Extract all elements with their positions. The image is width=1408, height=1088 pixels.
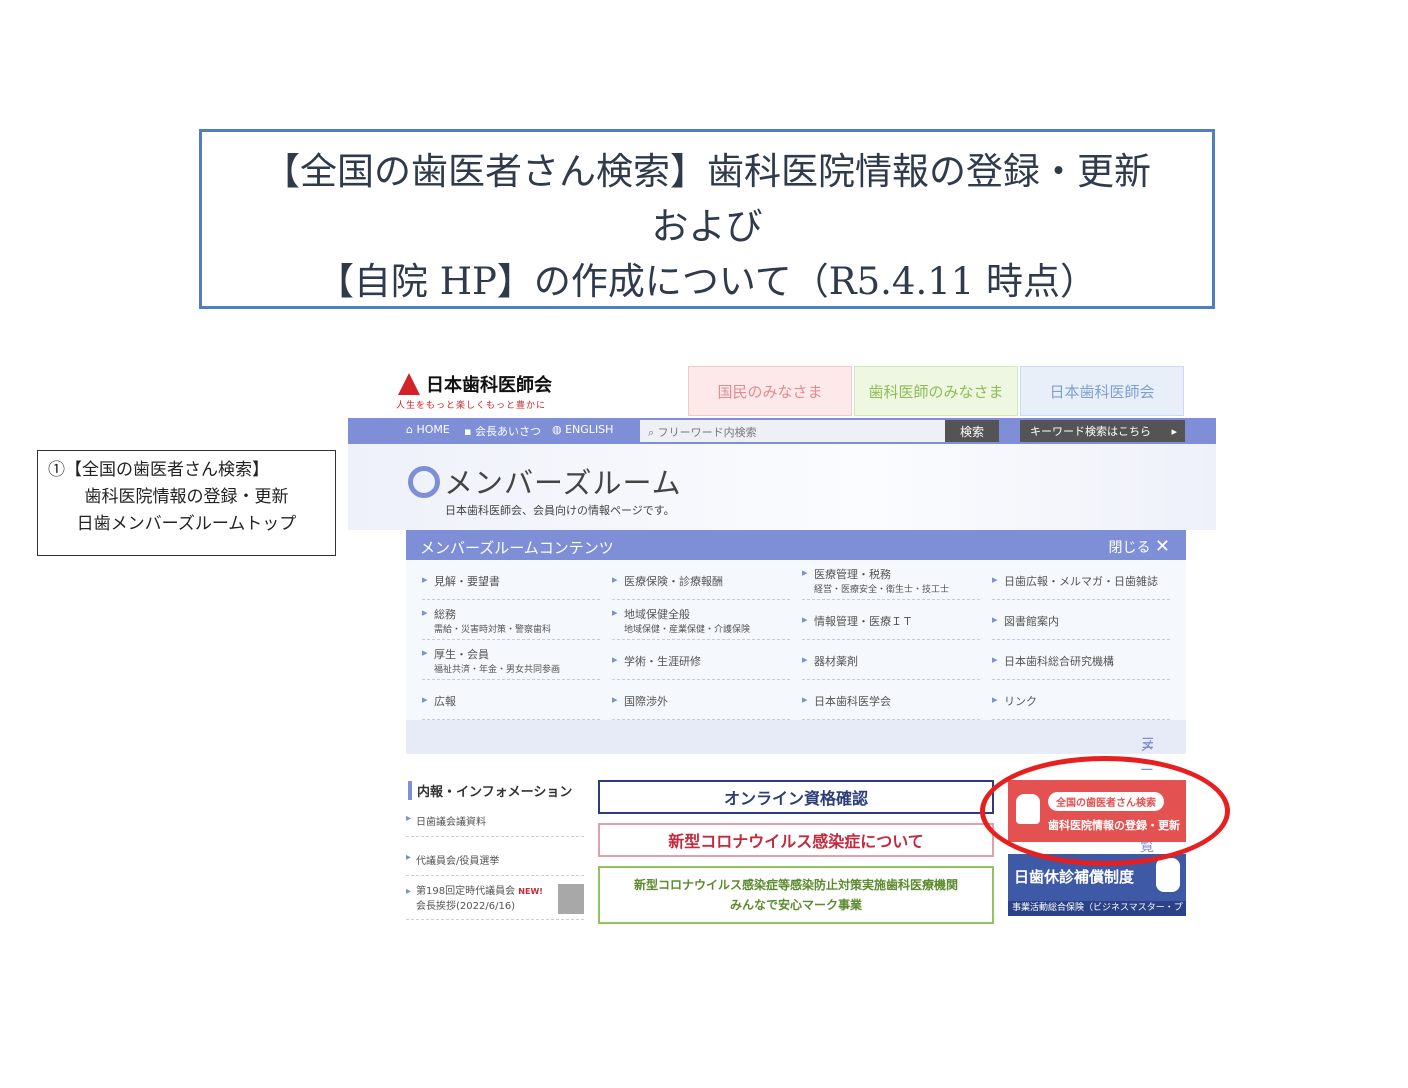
step-note-line-3: 日歯メンバーズルームトップ (76, 514, 297, 534)
member-room-header: メンバーズルーム 日本歯科医師会、会員向けの情報ページです。 (348, 444, 1216, 530)
panel-menu-item[interactable]: 器材薬剤 (802, 646, 980, 680)
info-section-title: 内報・インフォメーション (408, 781, 572, 800)
panel-menu-item-label: 日本歯科医学会 (814, 695, 891, 708)
menu-icon: ☰ (1141, 736, 1154, 752)
panel-menu-item-label: 医療管理・税務 (814, 568, 891, 581)
slide-title-box: 【全国の歯医者さん検索】歯科医院情報の登録・更新 および 【自院 HP】の作成に… (199, 129, 1215, 309)
panel-menu-item[interactable]: 日歯広報・メルマガ・日歯雑誌 (992, 566, 1170, 600)
panel-menu-item-label: 器材薬剤 (814, 655, 858, 668)
panel-menu-item-label: 厚生・会員 (434, 648, 489, 661)
panel-menu-item[interactable]: 情報管理・医療ＩＴ (802, 606, 980, 640)
panel-menu-item[interactable]: リンク (992, 686, 1170, 720)
tab-association[interactable]: 日本歯科医師会 (1020, 366, 1184, 416)
mascot-icon (1156, 858, 1180, 892)
contents-panel: メンバーズルームコンテンツ 閉じる ✕ 見解・要望書 医療保険・診療報酬 医療管理・… (406, 530, 1186, 855)
panel-menu-item-label: 広報 (434, 695, 456, 708)
panel-menu-item-sub: 需給・災害時対策・警察歯科 (434, 625, 552, 635)
panel-menu-item-sub: 経営・医療安全・衛生士・技工士 (814, 585, 950, 595)
covid-banner[interactable]: 新型コロナウイルス感染症について (598, 823, 994, 857)
online-qualification-banner[interactable]: オンライン資格確認 (598, 780, 994, 814)
slide-title-line-2: および (651, 205, 763, 248)
panel-menu-item-sub: 地域保健・産業保健・介護保険 (624, 625, 751, 635)
panel-menu-item[interactable]: 日本歯科総合研究機構 (992, 646, 1170, 680)
keyword-search-button[interactable]: キーワード検索はこちら ▸ (1020, 420, 1185, 442)
panel-menu-item[interactable]: 広報 (422, 686, 600, 720)
nav-bar: ⌂ HOME ▪ 会長あいさつ ◍ ENGLISH ⌕ フリーワード内検索 検索… (348, 418, 1216, 444)
globe-icon: ◍ (552, 423, 562, 436)
member-room-title: メンバーズルーム (444, 466, 682, 500)
step-note-line-1: ①【全国の歯医者さん検索】 (48, 460, 269, 480)
search-icon: ⌕ (648, 426, 655, 439)
panel-menu-item-label: 国際渉外 (624, 695, 668, 708)
menu-list-link[interactable]: メニュー一覧 ☰ (406, 720, 1186, 855)
site-logo[interactable]: 日本歯科医師会 (426, 371, 552, 397)
panel-menu-item-label: リンク (1004, 695, 1037, 708)
tab-public[interactable]: 国民のみなさま (688, 366, 852, 416)
panel-menu-item-label: 日歯広報・メルマガ・日歯雑誌 (1004, 575, 1158, 588)
contents-panel-title: メンバーズルームコンテンツ (420, 539, 614, 557)
nav-greeting[interactable]: ▪ 会長あいさつ (464, 423, 541, 439)
info-item[interactable]: 日歯議会議資料 (406, 813, 584, 837)
panel-menu-item[interactable]: 総務需給・災害時対策・警察歯科 (422, 606, 600, 640)
panel-menu-item-label: 医療保険・診療報酬 (624, 575, 723, 588)
panel-menu-item-label: 地域保健全般 (624, 608, 690, 621)
panel-menu-item[interactable]: 日本歯科医学会 (802, 686, 980, 720)
tab-dentist[interactable]: 歯科医師のみなさま (854, 366, 1018, 416)
panel-menu-item[interactable]: 厚生・会員福祉共済・年金・男女共同参画 (422, 646, 600, 680)
site-tagline: 人生をもっと楽しくもっと豊かに (396, 401, 547, 411)
info-item-meeting[interactable]: 第198回定時代議員会 NEW! 会長挨拶(2022/6/16) (406, 884, 584, 920)
panel-menu-item-label: 日本歯科総合研究機構 (1004, 655, 1114, 668)
panel-menu-item[interactable]: 国際渉外 (612, 686, 790, 720)
panel-menu-item-label: 図書館案内 (1004, 615, 1059, 628)
nav-home[interactable]: ⌂ HOME (406, 423, 450, 436)
arrow-right-icon: ▸ (1171, 424, 1177, 438)
speech-icon: ▪ (464, 425, 472, 438)
home-icon: ⌂ (406, 423, 413, 436)
close-icon: ✕ (1154, 536, 1170, 557)
panel-menu-item[interactable]: 学術・生涯研修 (612, 646, 790, 680)
panel-menu-item-label: 総務 (434, 608, 456, 621)
search-input[interactable]: ⌕ フリーワード内検索 (640, 420, 945, 442)
panel-menu-item[interactable]: 医療管理・税務経営・医療安全・衛生士・技工士 (802, 566, 980, 600)
slide-title-line-1: 【全国の歯医者さん検索】歯科医院情報の登録・更新 (263, 150, 1151, 193)
president-photo (558, 884, 584, 914)
new-badge: NEW! (518, 887, 543, 896)
panel-menu-item[interactable]: 見解・要望書 (422, 566, 600, 600)
panel-menu-item[interactable]: 図書館案内 (992, 606, 1170, 640)
safety-mark-banner[interactable]: 新型コロナウイルス感染症等感染防止対策実施歯科医療機関 みんなで安心マーク事業 (598, 866, 994, 924)
logo-mark-icon (398, 373, 420, 395)
step-note: ①【全国の歯医者さん検索】 歯科医院情報の登録・更新 日歯メンバーズルームトップ (37, 450, 336, 556)
step-note-line-2: 歯科医院情報の登録・更新 (84, 487, 289, 507)
panel-menu-item-label: 学術・生涯研修 (624, 655, 701, 668)
panel-menu-item[interactable]: 地域保健全般地域保健・産業保健・介護保険 (612, 606, 790, 640)
panel-menu-item-label: 情報管理・医療ＩＴ (814, 615, 913, 628)
panel-menu-item[interactable]: 医療保険・診療報酬 (612, 566, 790, 600)
member-room-subtitle: 日本歯科医師会、会員向けの情報ページです。 (445, 504, 675, 517)
search-button[interactable]: 検索 (945, 420, 999, 442)
nav-english[interactable]: ◍ ENGLISH (552, 423, 613, 436)
panel-close-button[interactable]: 閉じる ✕ (1108, 536, 1170, 557)
slide-title-line-3: 【自院 HP】の作成について（R5.4.11 時点） (316, 260, 1098, 303)
panel-menu-item-sub: 福祉共済・年金・男女共同参画 (434, 665, 561, 675)
info-item[interactable]: 代議員会/役員選挙 (406, 852, 584, 876)
panel-menu-item-label: 見解・要望書 (434, 575, 500, 588)
ring-icon (408, 466, 440, 498)
contents-panel-header: メンバーズルームコンテンツ 閉じる ✕ (406, 530, 1186, 560)
highlight-ellipse (980, 756, 1230, 866)
